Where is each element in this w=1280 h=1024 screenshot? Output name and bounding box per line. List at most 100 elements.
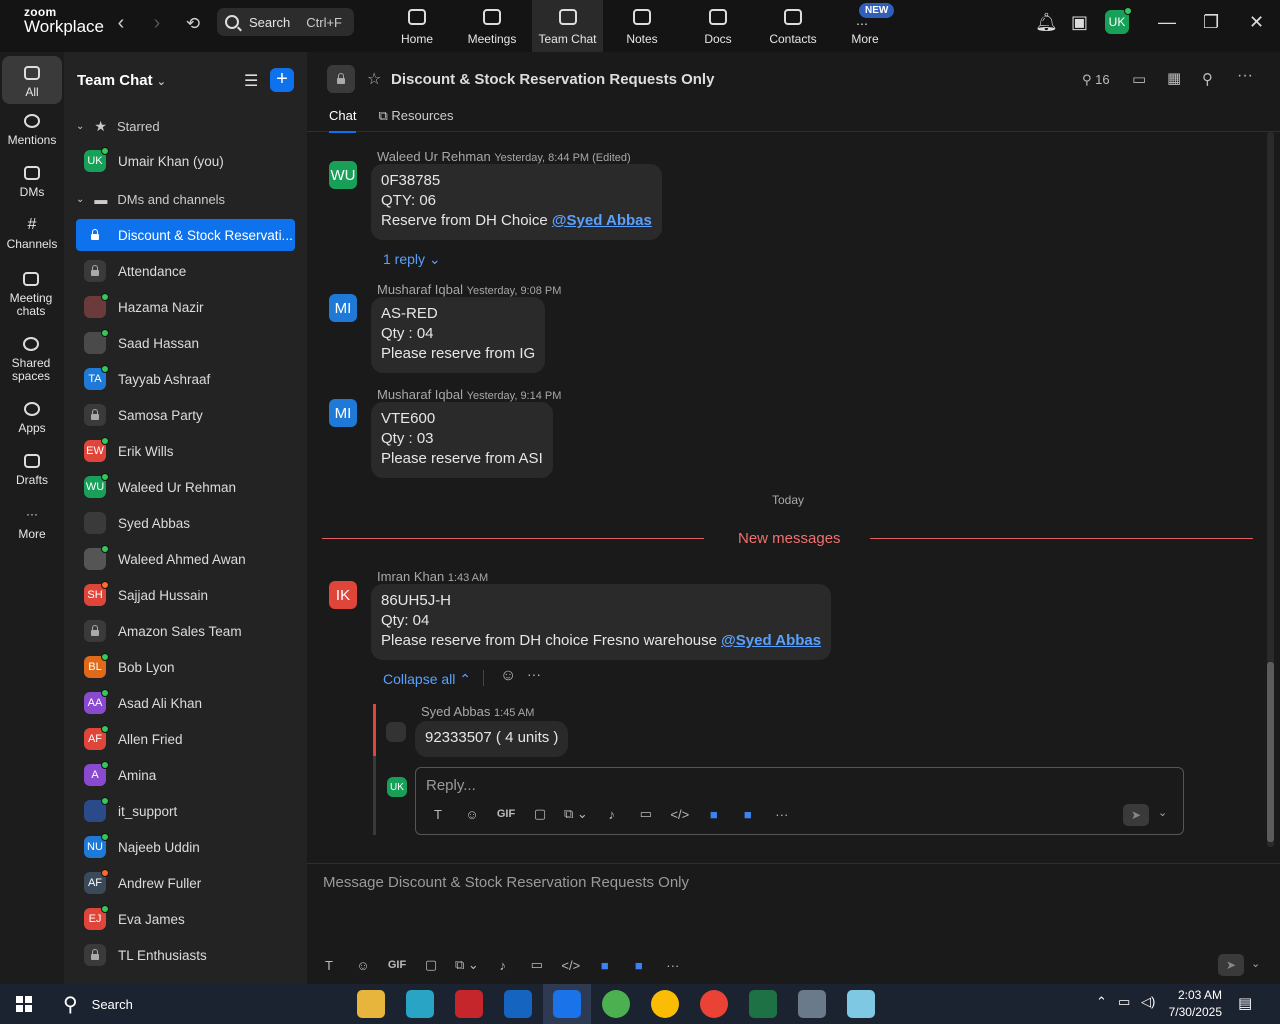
star-outline-icon[interactable]: ☆	[367, 69, 381, 89]
chevron-down-icon[interactable]: ⌄	[1158, 806, 1167, 819]
rail-meeting-chats[interactable]: Meeting chats	[2, 272, 60, 318]
nav-tab-meetings[interactable]: Meetings	[462, 0, 522, 52]
rail-all[interactable]: All	[2, 56, 62, 104]
microphone-icon[interactable]: ♪	[602, 807, 622, 822]
nav-tab-docs[interactable]: Docs	[693, 0, 743, 52]
rail-more[interactable]: ··· More	[2, 508, 62, 541]
starred-item[interactable]: UK Umair Khan (you)	[76, 145, 295, 177]
rail-apps[interactable]: Apps	[2, 402, 62, 435]
filezilla-icon[interactable]	[455, 990, 483, 1018]
maximize-icon[interactable]: ❐	[1203, 12, 1219, 33]
sidebar-item[interactable]: Samosa Party	[76, 399, 295, 431]
message-composer[interactable]: Message Discount & Stock Reservation Req…	[307, 863, 1280, 984]
dms-group[interactable]: ⌄ ▬ DMs and channels	[76, 192, 225, 207]
outlook-icon[interactable]	[504, 990, 532, 1018]
sender-name[interactable]: Syed Abbas	[421, 704, 490, 719]
calendar-icon[interactable]: ▦	[1167, 69, 1181, 87]
sidebar-item[interactable]: Waleed Ahmed Awan	[76, 543, 295, 575]
sidebar-item[interactable]: EW Erik Wills	[76, 435, 295, 467]
gif-button[interactable]: GIF	[387, 959, 407, 971]
message-bubble[interactable]: 92333507 ( 4 units )	[415, 721, 569, 757]
sidebar-item[interactable]: SH Sajjad Hussain	[76, 579, 295, 611]
volume-icon[interactable]: ◁)	[1141, 994, 1155, 1010]
emoji-icon[interactable]: ☺	[353, 958, 373, 973]
taskbar-search[interactable]: ⚲ Search	[53, 984, 133, 1024]
rail-channels[interactable]: # Channels	[2, 217, 62, 251]
search-icon[interactable]: ⚲	[1202, 70, 1213, 88]
emoji-icon[interactable]: ☺	[462, 807, 482, 822]
app-icon-1[interactable]: ■	[704, 807, 724, 822]
history-icon[interactable]: ⟲	[183, 14, 203, 34]
video-message-icon[interactable]: ▭	[527, 957, 547, 973]
sender-name[interactable]: Musharaf Iqbal	[377, 282, 463, 297]
file-icon[interactable]: ▢	[530, 806, 550, 822]
rail-shared-spaces[interactable]: Shared spaces	[2, 337, 60, 383]
back-arrow-icon[interactable]: ‹	[111, 12, 131, 35]
reply-count-link[interactable]: 1 reply ⌄	[383, 251, 441, 268]
code-icon[interactable]: </>	[670, 807, 690, 822]
file-explorer-icon[interactable]	[357, 990, 385, 1018]
sender-name[interactable]: Waleed Ur Rehman	[377, 149, 491, 164]
rail-dms[interactable]: DMs	[2, 166, 62, 199]
search-box[interactable]: Search Ctrl+F	[217, 8, 354, 36]
message-bubble[interactable]: 86UH5J-H Qty: 04 Please reserve from DH …	[371, 584, 832, 660]
scrollbar-thumb[interactable]	[1267, 662, 1274, 842]
microphone-icon[interactable]: ♪	[493, 958, 513, 973]
mention-link[interactable]: @Syed Abbas	[721, 632, 821, 649]
ellipsis-icon[interactable]: ···	[772, 807, 792, 822]
app-icon-2[interactable]: ■	[738, 807, 758, 822]
new-chat-button[interactable]: +	[270, 68, 294, 92]
sidebar-item[interactable]: Discount & Stock Reservati...	[76, 219, 295, 251]
send-icon[interactable]: ➤	[1123, 804, 1149, 826]
sidebar-item[interactable]: TA Tayyab Ashraaf	[76, 363, 295, 395]
sidebar-item[interactable]: AF Andrew Fuller	[76, 867, 295, 899]
thread-reply-box[interactable]: Reply... T ☺ GIF ▢ ⧉ ⌄ ♪ ▭ </> ■ ■ ··· ➤…	[415, 767, 1184, 835]
emoji-reaction-icon[interactable]: ☺	[500, 667, 516, 685]
nav-tab-team-chat[interactable]: Team Chat	[532, 0, 603, 52]
sidebar-item[interactable]: Attendance	[76, 255, 295, 287]
sidebar-item[interactable]: NU Najeeb Uddin	[76, 831, 295, 863]
user-avatar[interactable]: UK	[1105, 7, 1132, 34]
channel-title[interactable]: Discount & Stock Reservation Requests On…	[391, 71, 714, 88]
chevron-down-icon[interactable]: ⌄	[1251, 957, 1260, 970]
ellipsis-icon[interactable]: ···	[527, 666, 541, 682]
notifications-icon[interactable]: ▤	[1238, 994, 1252, 1012]
text-format-icon[interactable]: T	[428, 807, 448, 822]
screenshot-icon[interactable]: ⧉ ⌄	[455, 957, 479, 973]
message-bubble[interactable]: VTE600 Qty : 03 Please reserve from ASI	[371, 402, 553, 478]
video-icon[interactable]: ▭	[1132, 70, 1146, 88]
network-icon[interactable]: ▭	[1118, 994, 1130, 1010]
reply-input[interactable]: Reply...	[426, 777, 476, 794]
chrome-icon[interactable]	[700, 990, 728, 1018]
nav-tab-notes[interactable]: Notes	[617, 0, 667, 52]
sender-name[interactable]: Imran Khan	[377, 569, 444, 584]
code-icon[interactable]: </>	[561, 958, 581, 973]
filter-icon[interactable]: ☰	[244, 71, 258, 91]
sidebar-item[interactable]: AA Asad Ali Khan	[76, 687, 295, 719]
sidebar-item[interactable]: TL Enthusiasts	[76, 939, 295, 971]
message-bubble[interactable]: AS-RED Qty : 04 Please reserve from IG	[371, 297, 546, 373]
forward-arrow-icon[interactable]: ›	[147, 12, 167, 35]
sidebar-item[interactable]: Hazama Nazir	[76, 291, 295, 323]
sidebar-item[interactable]: EJ Eva James	[76, 903, 295, 935]
excel-icon[interactable]	[749, 990, 777, 1018]
screenshot-icon[interactable]: ⧉ ⌄	[564, 806, 588, 822]
sidebar-title[interactable]: Team Chat ⌄	[77, 72, 166, 89]
file-icon[interactable]: ▢	[421, 957, 441, 973]
nav-tab-contacts[interactable]: Contacts	[762, 0, 824, 52]
rail-drafts[interactable]: Drafts	[2, 454, 62, 487]
chrome-icon[interactable]	[602, 990, 630, 1018]
rail-mentions[interactable]: Mentions	[2, 114, 62, 147]
bell-icon[interactable]: 🔔︎	[1035, 12, 1058, 33]
tray-chevron-icon[interactable]: ⌃	[1096, 994, 1107, 1010]
message-bubble[interactable]: 0F38785 QTY: 06 Reserve from DH Choice @…	[371, 164, 662, 240]
text-format-icon[interactable]: T	[319, 958, 339, 973]
zoom-app-icon[interactable]	[553, 990, 581, 1018]
close-icon[interactable]: ✕	[1249, 12, 1264, 33]
sidebar-item[interactable]: AF Allen Fried	[76, 723, 295, 755]
sidebar-item[interactable]: Syed Abbas	[76, 507, 295, 539]
ellipsis-icon[interactable]: ···	[1237, 67, 1253, 85]
sidebar-item[interactable]: BL Bob Lyon	[76, 651, 295, 683]
mention-link[interactable]: @Syed Abbas	[552, 212, 652, 229]
members-button[interactable]: ⚲ 16	[1082, 72, 1110, 88]
